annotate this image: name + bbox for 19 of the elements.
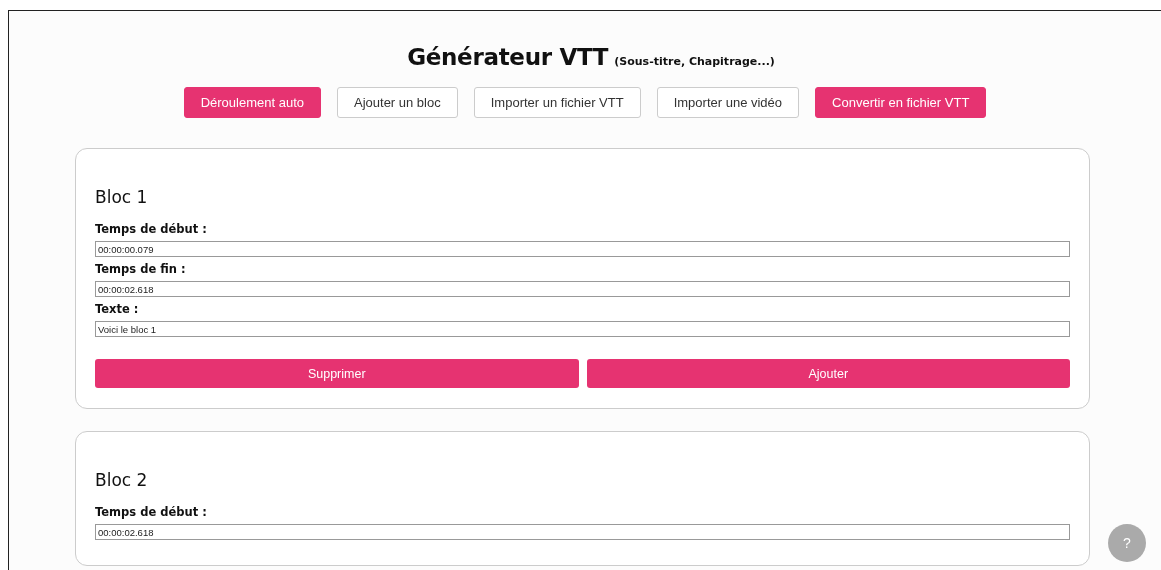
input-field[interactable]: Voici le bloc 1: [95, 321, 1070, 337]
block-title: Bloc 1: [95, 187, 149, 207]
toolbar-button[interactable]: Ajouter un bloc: [337, 87, 458, 118]
page-subtitle: (Sous-titre, Chapitrage...): [614, 55, 775, 68]
input-field[interactable]: 00:00:00.079: [95, 241, 1070, 257]
page-title: Générateur VTT: [407, 44, 609, 70]
toolbar-button[interactable]: Importer une vidéo: [656, 87, 800, 118]
field-label: Temps de début :: [95, 505, 208, 519]
delete-button[interactable]: Supprimer: [95, 359, 579, 388]
field-label: Temps de fin :: [95, 262, 187, 276]
field-label: Temps de début :: [95, 222, 208, 236]
add-button[interactable]: Ajouter: [586, 359, 1070, 388]
primary-button[interactable]: Convertir en fichier VTT: [815, 87, 987, 118]
field-label: Texte :: [95, 302, 140, 316]
block-title: Bloc 2: [95, 470, 149, 490]
input-field[interactable]: 00:00:02.618: [95, 281, 1070, 297]
primary-button[interactable]: Déroulement auto: [183, 87, 321, 118]
toolbar-button[interactable]: Importer un fichier VTT: [473, 87, 641, 118]
input-field[interactable]: 00:00:02.618: [95, 524, 1070, 540]
